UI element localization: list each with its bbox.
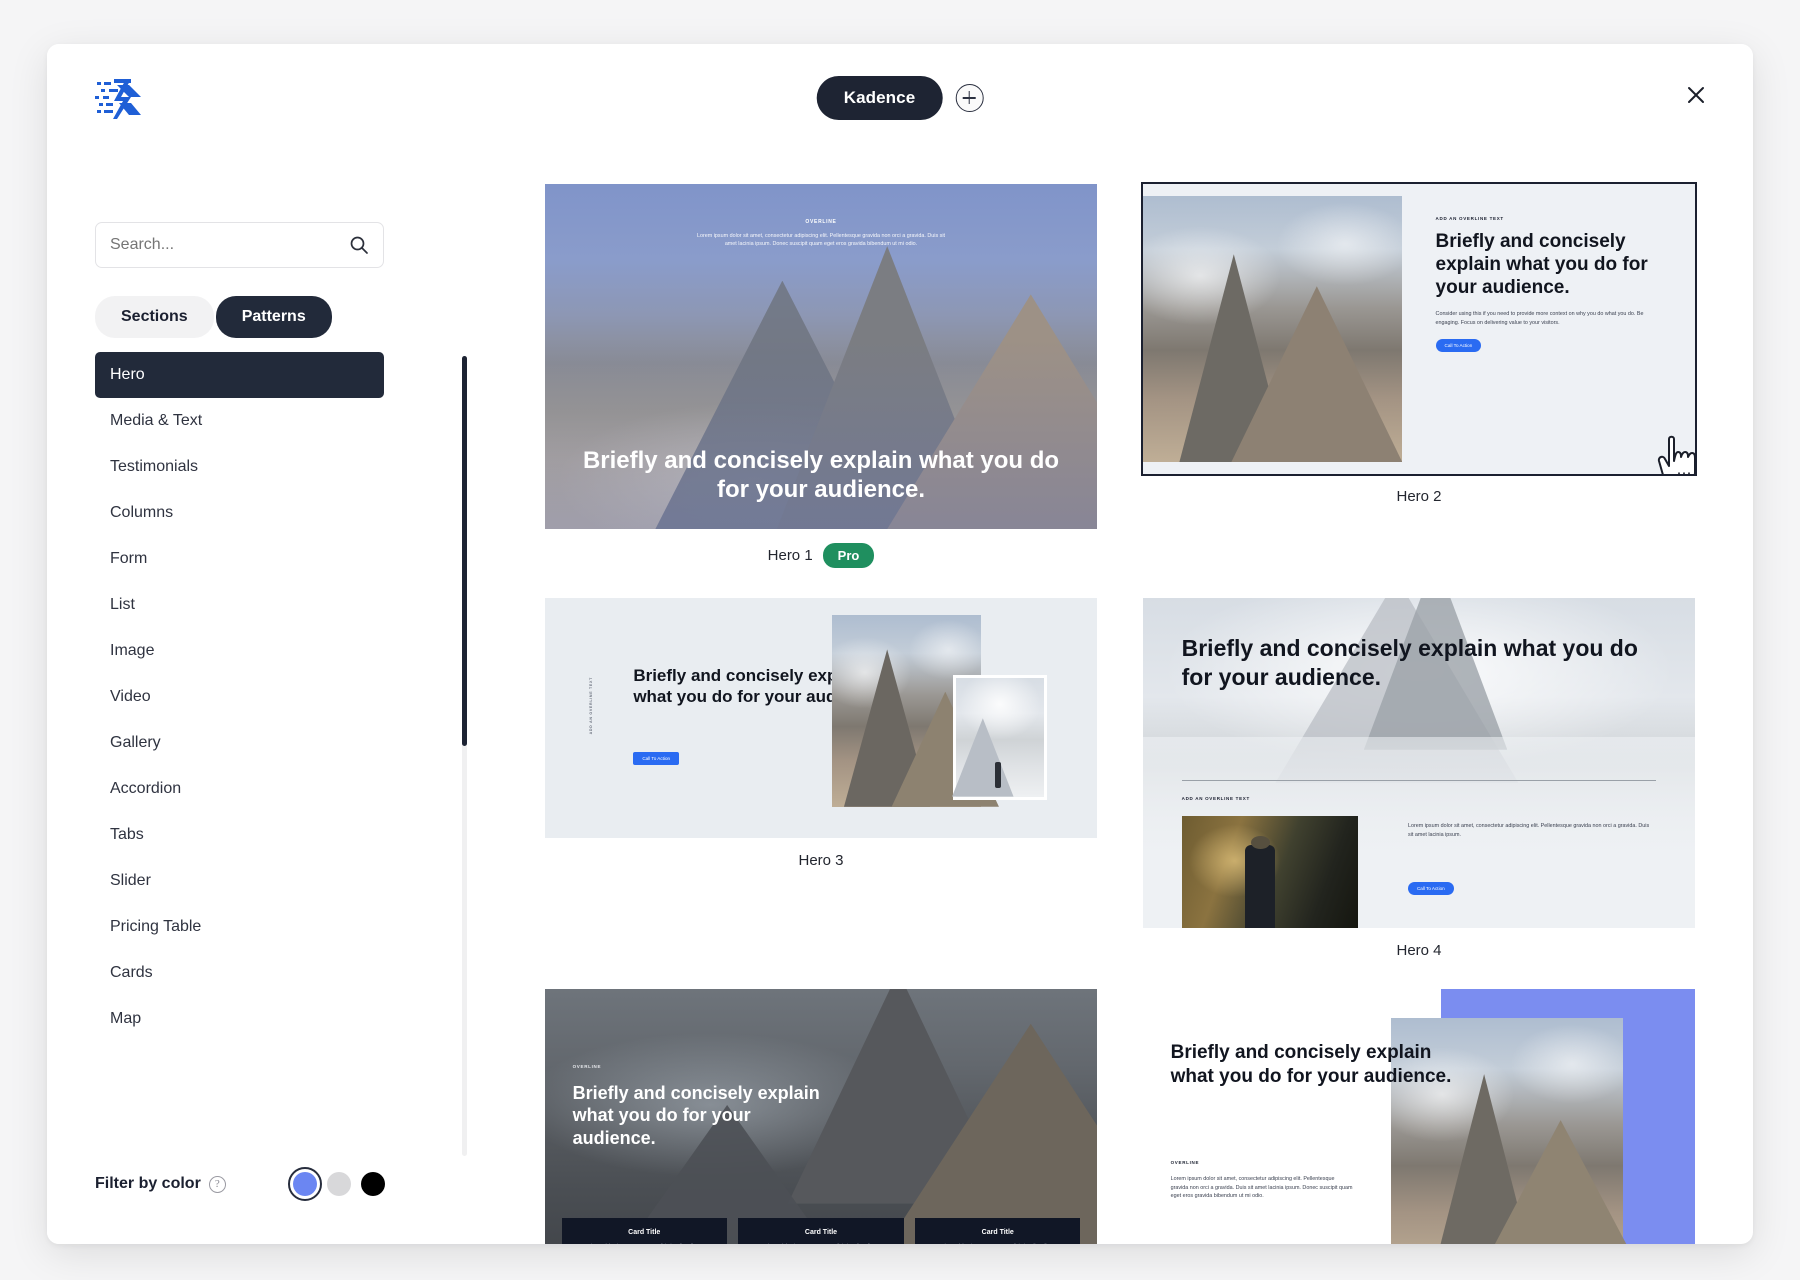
kadence-logo-icon <box>95 76 147 122</box>
sidebar-item-testimonials[interactable]: Testimonials <box>95 444 384 490</box>
preview-heading: Briefly and concisely explain what you d… <box>1435 230 1648 299</box>
pattern-card-label-hero-2: Hero 2 <box>1143 488 1695 505</box>
pattern-title: Hero 4 <box>1396 942 1442 959</box>
preview-overline: ADD AN OVERLINE TEXT <box>1181 796 1250 801</box>
pattern-preview-hero-2: ADD AN OVERLINE TEXT Briefly and concise… <box>1141 182 1697 476</box>
filter-by-color: Filter by color ? <box>95 1167 385 1201</box>
color-swatches <box>288 1167 385 1201</box>
search-input[interactable] <box>96 223 326 267</box>
sidebar-item-accordion[interactable]: Accordion <box>95 766 384 812</box>
sidebar-item-pricing-table[interactable]: Pricing Table <box>95 904 384 950</box>
sidebar-item-gallery[interactable]: Gallery <box>95 720 384 766</box>
sidebar-item-columns[interactable]: Columns <box>95 490 384 536</box>
pro-badge: Pro <box>822 543 875 568</box>
color-swatch-blue[interactable] <box>288 1167 322 1201</box>
preview-overline: OVERLINE <box>1170 1160 1200 1166</box>
sidebar-item-list[interactable]: List <box>95 582 384 628</box>
pattern-card-hero-2[interactable]: ADD AN OVERLINE TEXT Briefly and concise… <box>1141 182 1697 568</box>
color-swatch-light-gray[interactable] <box>327 1172 351 1196</box>
preview-card-row: Card Title Lorem ipsum dolor sit amet, c… <box>561 1217 1081 1244</box>
pattern-preview-hero-1: OVERLINE Lorem ipsum dolor sit amet, con… <box>545 184 1097 529</box>
header-source-selector: Kadence <box>816 76 984 120</box>
pattern-card-hero-1[interactable]: OVERLINE Lorem ipsum dolor sit amet, con… <box>545 184 1097 568</box>
search-icon[interactable] <box>349 235 369 260</box>
sidebar-item-map[interactable]: Map <box>95 996 384 1042</box>
preview-heading: Briefly and concisely explain what you d… <box>1170 1042 1452 1087</box>
sidebar-item-media-text[interactable]: Media & Text <box>95 398 384 444</box>
plus-circle-icon[interactable] <box>955 84 984 112</box>
pattern-grid[interactable]: OVERLINE Lorem ipsum dolor sit amet, con… <box>487 144 1753 1244</box>
sidebar: Sections Patterns Hero Media & Text Test… <box>47 144 467 1244</box>
preview-card-body: Lorem ipsum dolor sit amet, consectetur … <box>571 1242 718 1244</box>
search-field[interactable] <box>95 222 384 268</box>
color-swatch-black[interactable] <box>361 1172 385 1196</box>
preview-body: Lorem ipsum dolor sit amet, consectetur … <box>1170 1175 1353 1200</box>
sidebar-item-slider[interactable]: Slider <box>95 858 384 904</box>
source-tabs: Sections Patterns <box>95 296 332 338</box>
preview-cta-button: Call To Action <box>633 751 680 765</box>
pattern-title: Hero 1 <box>767 547 813 564</box>
tab-patterns[interactable]: Patterns <box>215 296 332 338</box>
pattern-card-hero-3[interactable]: ADD AN OVERLINE TEXT Briefly and concise… <box>545 598 1097 959</box>
modal-header: Kadence <box>47 44 1753 144</box>
preview-card-title: Card Title <box>981 1228 1014 1236</box>
preview-heading: Briefly and concisely explain what you d… <box>572 1082 820 1148</box>
preview-overline: OVERLINE <box>572 1064 602 1070</box>
preview-card: Card Title Lorem ipsum dolor sit amet, c… <box>915 1217 1081 1244</box>
preview-image-secondary <box>952 674 1048 800</box>
preview-overline-vertical: ADD AN OVERLINE TEXT <box>589 677 594 735</box>
category-list: Hero Media & Text Testimonials Columns F… <box>95 352 384 1042</box>
tab-sections[interactable]: Sections <box>95 296 214 338</box>
sidebar-item-form[interactable]: Form <box>95 536 384 582</box>
pointing-hand-cursor <box>1655 433 1695 474</box>
preview-image <box>1181 815 1359 928</box>
preview-cta-button: Call To Action <box>1407 881 1454 895</box>
brand-pill-kadence[interactable]: Kadence <box>816 76 943 120</box>
pattern-card-hero-4[interactable]: Briefly and concisely explain what you d… <box>1143 598 1695 959</box>
pattern-card-label-hero-3: Hero 3 <box>545 852 1097 869</box>
pattern-preview-hero-6: Briefly and concisely explain what you d… <box>1143 989 1695 1244</box>
preview-overline: ADD AN OVERLINE TEXT <box>1435 215 1504 221</box>
pattern-library-modal: Kadence Sections Patterns Hero <box>47 44 1753 1244</box>
preview-heading: Briefly and concisely explain what you d… <box>1181 635 1638 690</box>
preview-body: Consider using this if you need to provi… <box>1435 311 1644 327</box>
sidebar-item-image[interactable]: Image <box>95 628 384 674</box>
help-circle-icon[interactable]: ? <box>208 1175 226 1193</box>
preview-card-title: Card Title <box>628 1228 661 1236</box>
sidebar-scrollbar[interactable] <box>462 356 467 1156</box>
pattern-card-label-hero-1: Hero 1 Pro <box>545 543 1097 568</box>
close-icon[interactable] <box>1679 78 1713 112</box>
pattern-card-label-hero-4: Hero 4 <box>1143 942 1695 959</box>
pattern-card-hero-5[interactable]: OVERLINE Briefly and concisely explain w… <box>545 989 1097 1244</box>
sidebar-item-cards[interactable]: Cards <box>95 950 384 996</box>
pattern-title: Hero 3 <box>798 852 844 869</box>
preview-card: Card Title Lorem ipsum dolor sit amet, c… <box>738 1217 904 1244</box>
preview-card-body: Lorem ipsum dolor sit amet, consectetur … <box>924 1242 1071 1244</box>
preview-card: Card Title Lorem ipsum dolor sit amet, c… <box>561 1217 727 1244</box>
sidebar-item-hero[interactable]: Hero <box>95 352 384 398</box>
preview-card-body: Lorem ipsum dolor sit amet, consectetur … <box>747 1242 894 1244</box>
preview-cta-button: Call To Action <box>1435 339 1482 353</box>
preview-overline: OVERLINE <box>805 218 837 225</box>
pattern-preview-hero-5: OVERLINE Briefly and concisely explain w… <box>545 989 1097 1244</box>
filter-by-color-label: Filter by color <box>95 1175 201 1192</box>
pattern-title: Hero 2 <box>1396 488 1442 505</box>
pattern-preview-hero-4: Briefly and concisely explain what you d… <box>1143 598 1695 928</box>
preview-body: Lorem ipsum dolor sit amet, consectetur … <box>1407 823 1650 839</box>
pattern-card-hero-6[interactable]: Briefly and concisely explain what you d… <box>1143 989 1695 1244</box>
sidebar-scrollbar-thumb[interactable] <box>462 356 467 746</box>
preview-heading: Briefly and concisely explain what you d… <box>582 447 1060 504</box>
pattern-preview-hero-3: ADD AN OVERLINE TEXT Briefly and concise… <box>545 598 1097 838</box>
preview-image <box>1143 195 1403 463</box>
preview-card-title: Card Title <box>804 1228 838 1236</box>
sidebar-item-tabs[interactable]: Tabs <box>95 812 384 858</box>
preview-body: Lorem ipsum dolor sit amet, consectetur … <box>696 232 946 248</box>
sidebar-item-video[interactable]: Video <box>95 674 384 720</box>
preview-divider <box>1181 779 1657 781</box>
